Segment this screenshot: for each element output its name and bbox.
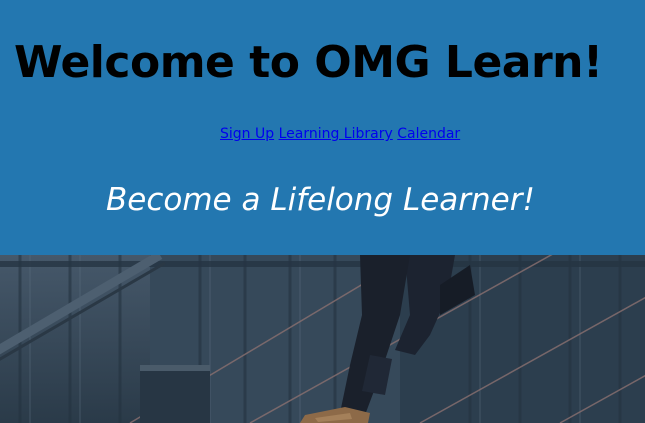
tagline: Become a Lifelong Learner!	[106, 182, 535, 218]
hero-image	[0, 255, 645, 423]
nav-link-learning-library[interactable]: Learning Library	[279, 126, 393, 142]
nav-link-calendar[interactable]: Calendar	[397, 126, 460, 142]
main-nav: Sign Up Learning Library Calendar	[220, 125, 460, 143]
page-title: Welcome to OMG Learn!	[14, 37, 603, 88]
nav-link-sign-up[interactable]: Sign Up	[220, 126, 274, 142]
site-header: Welcome to OMG Learn! Sign Up Learning L…	[0, 0, 645, 255]
